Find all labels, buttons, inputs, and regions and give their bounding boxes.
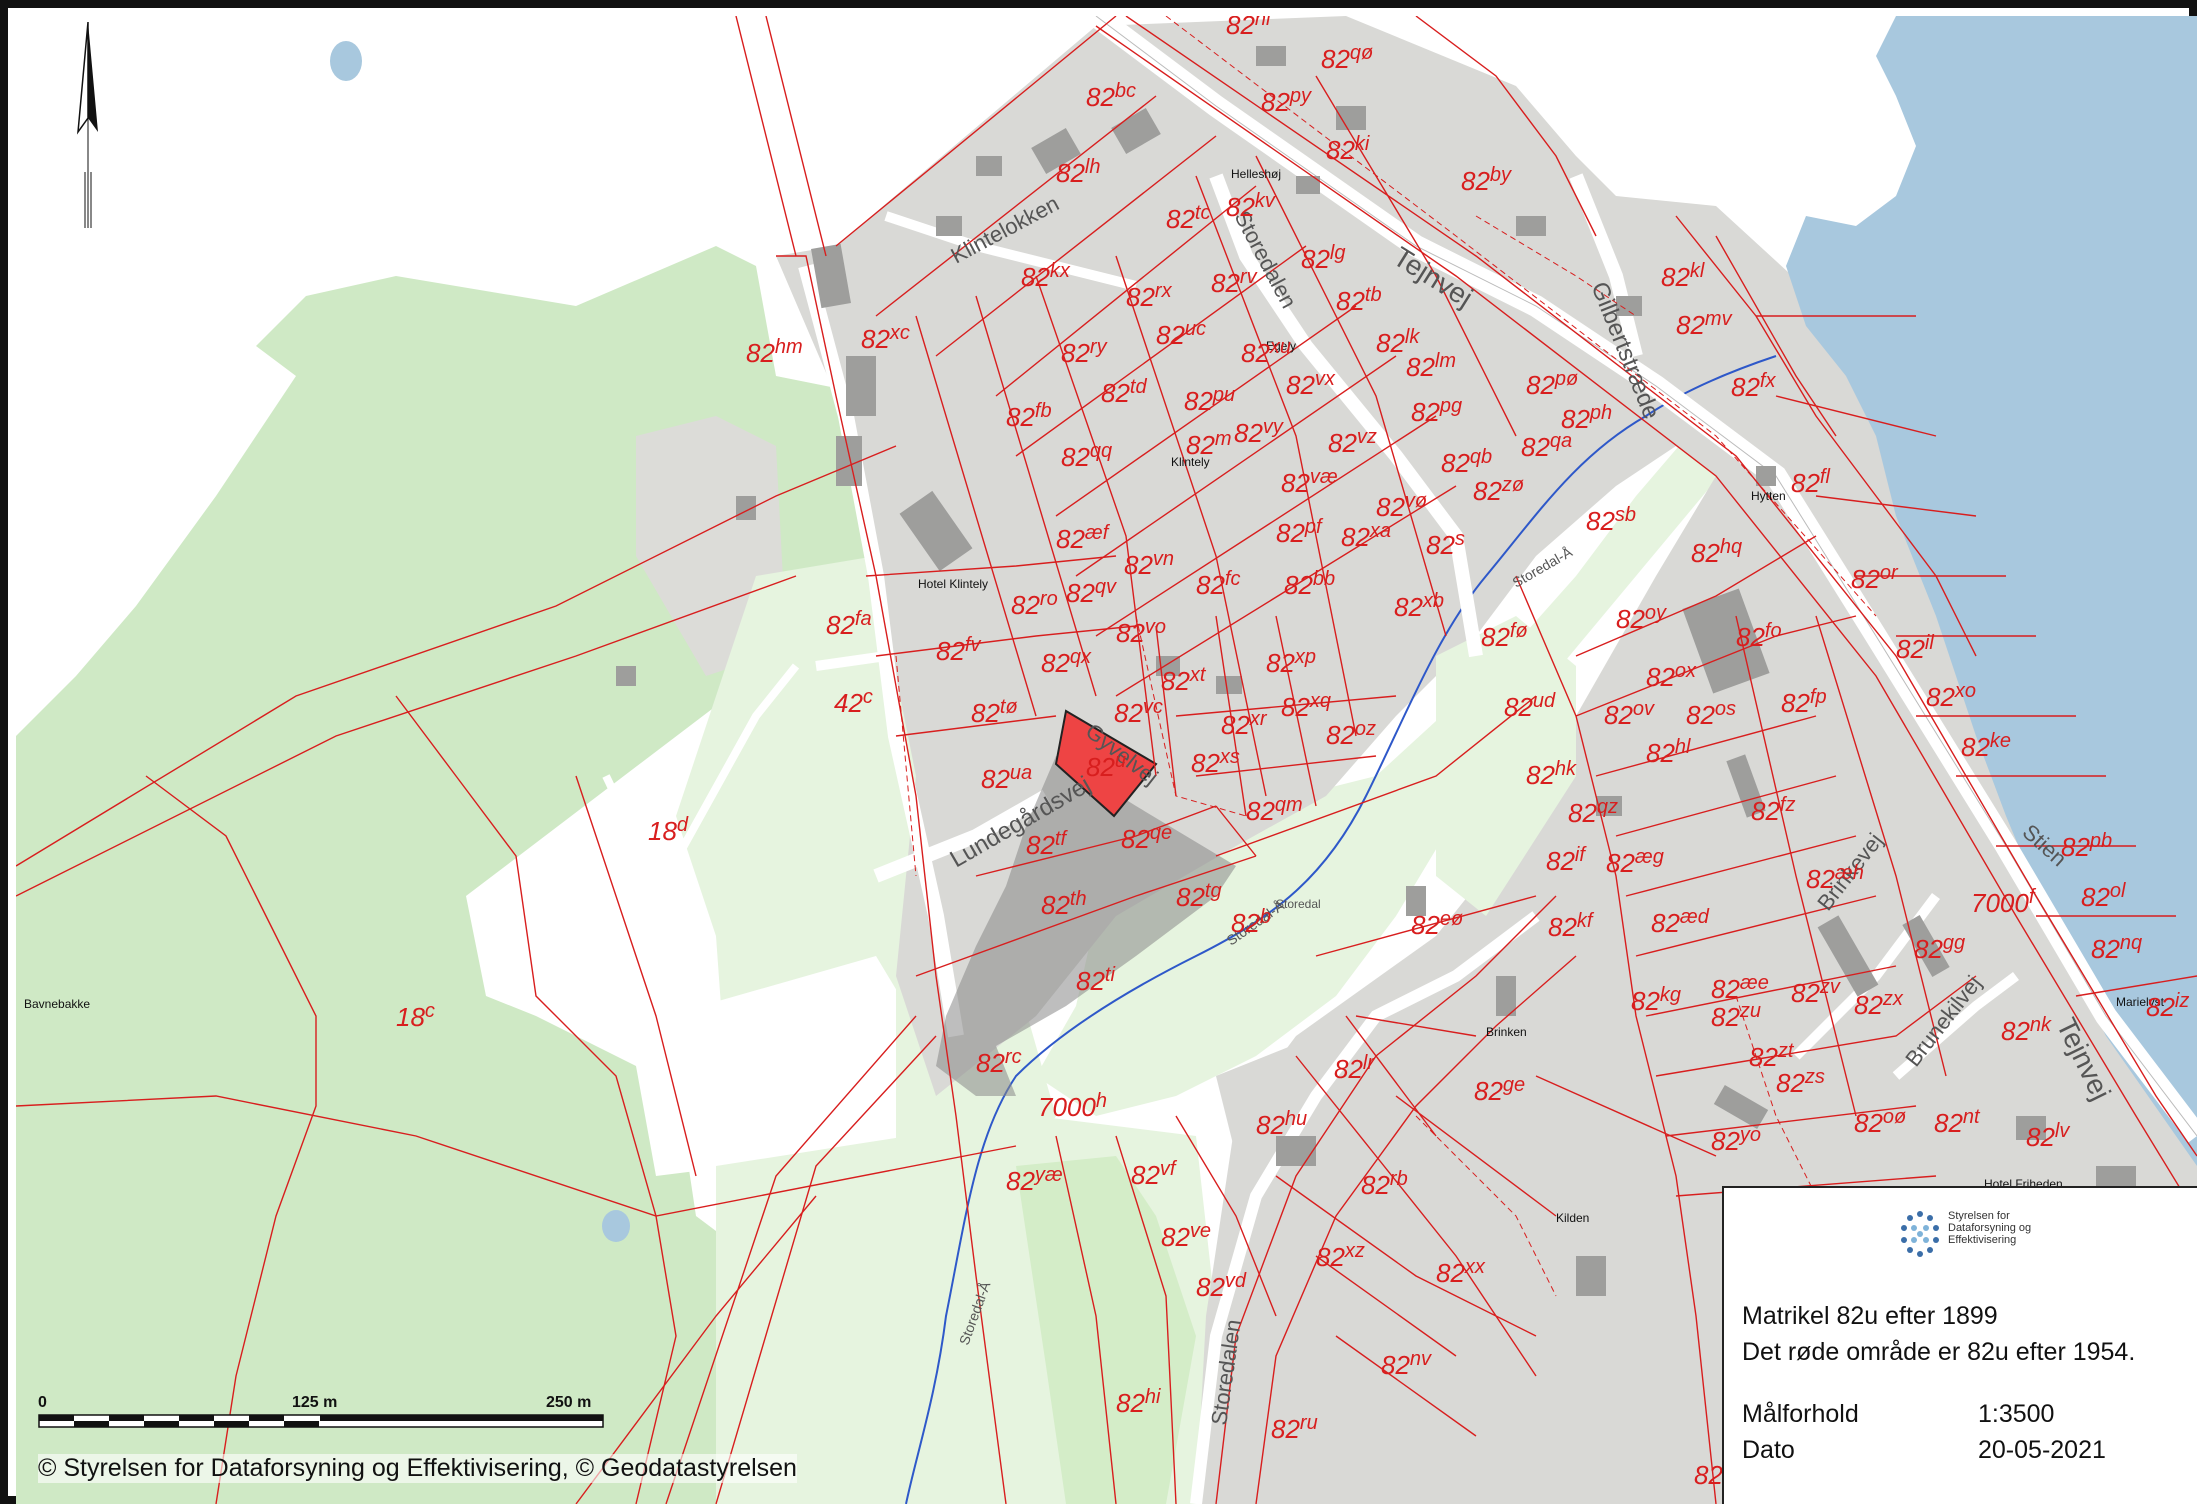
place-label: Hytten xyxy=(1751,489,1786,503)
place-label: Hotel Klintely xyxy=(918,577,988,591)
date-label: Dato xyxy=(1742,1436,1795,1464)
scale-ratio-label: Målforhold xyxy=(1742,1400,1859,1428)
agency-name-line-3: Effektivisering xyxy=(1948,1234,2017,1246)
plot-label: 7000f xyxy=(1971,886,2037,918)
map-title-line-2: Det røde område er 82u efter 1954. xyxy=(1742,1338,2136,1366)
place-label: Bavnebakke xyxy=(24,997,90,1011)
scale-label-start: 0 xyxy=(38,1394,47,1411)
date-value: 20-05-2021 xyxy=(1978,1436,2106,1464)
map-frame: Klintelokken Storedalen Tejnvej Gilbertstræ… xyxy=(0,0,2197,1504)
scale-label-middle: 125 m xyxy=(292,1394,338,1411)
north-arrow-icon xyxy=(77,22,98,228)
place-label: Brinken xyxy=(1486,1025,1527,1039)
place-label: Helleshøj xyxy=(1231,167,1281,181)
agency-name-line-2: Dataforsyning og xyxy=(1948,1222,2032,1234)
scale-bar-graphic xyxy=(38,1414,604,1428)
map-title-line-1: Matrikel 82u efter 1899 xyxy=(1742,1302,1998,1330)
scale-bar: 0 125 m 250 m xyxy=(38,1394,608,1444)
place-label: Kilden xyxy=(1556,1211,1589,1225)
agency-name-line-1: Styrelsen for xyxy=(1948,1210,2010,1222)
street-label: Storedal xyxy=(1276,897,1321,911)
copyright-text: © Styrelsen for Dataforsyning og Effekti… xyxy=(38,1454,797,1483)
map-info-box: Styrelsen for Dataforsyning og Effektivi… xyxy=(1722,1186,2197,1504)
scale-ratio-value: 1:3500 xyxy=(1978,1400,2055,1428)
scale-label-end: 250 m xyxy=(546,1394,592,1411)
